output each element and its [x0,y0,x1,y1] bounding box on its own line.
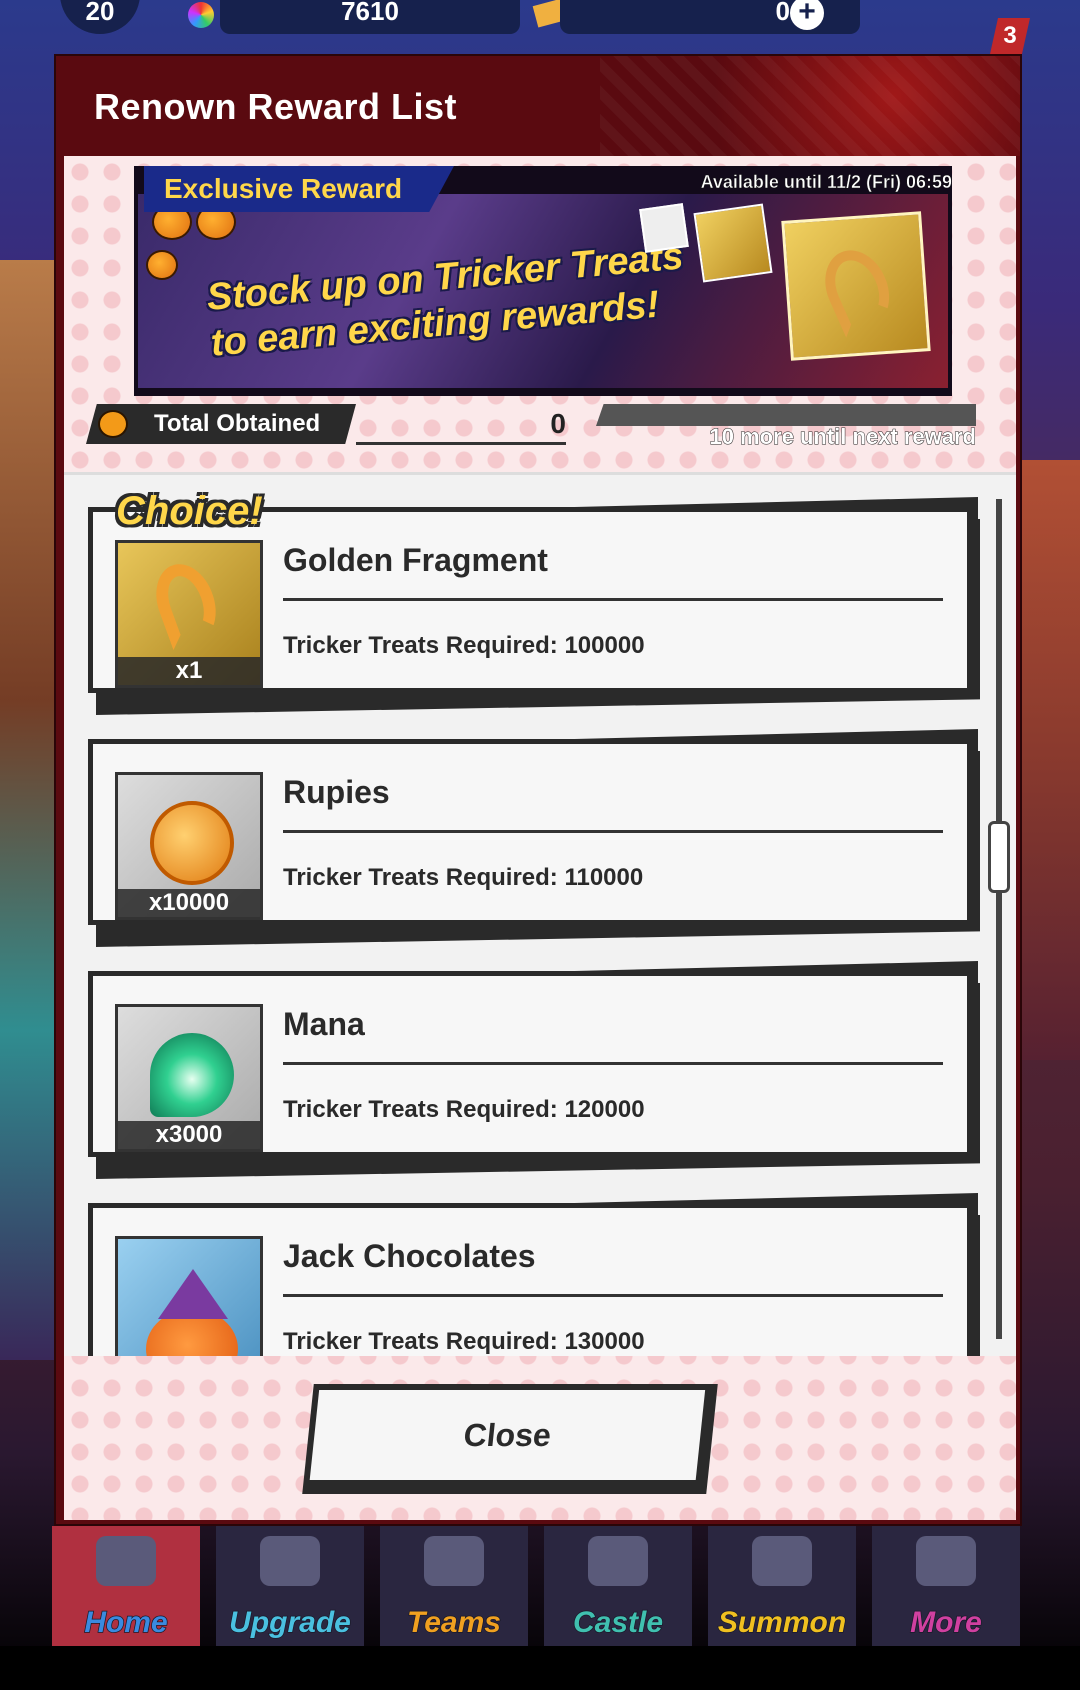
rupie-coin-icon: x10000 [115,772,263,920]
gem-icon [188,2,214,28]
top-resource-bar: 20 7610 0 + 3 [0,0,1080,54]
nav-label: Upgrade [228,1605,351,1640]
hook-icon [146,555,226,651]
castle-icon [588,1536,648,1586]
scrollbar-track[interactable] [996,499,1002,1339]
reward-item-mana[interactable]: x3000 Mana Tricker Treats Required: 1200… [88,961,980,1179]
book-icon [916,1536,976,1586]
choice-badge: Choice! [116,489,263,533]
reward-name: Mana [283,1006,365,1042]
nav-summon[interactable]: Summon [708,1526,856,1646]
reward-list[interactable]: x1 Golden Fragment Tricker Treats Requir… [64,472,1016,1356]
coin-icon [150,801,234,885]
notification-badge: 3 [990,18,1030,54]
reward-requirement: Tricker Treats Required: 130000 [283,1328,645,1355]
modal-title: Renown Reward List [94,86,458,127]
next-reward-text: 10 more until next reward [709,424,977,450]
pumpkin-icon [146,250,178,280]
total-obtained-row: Total Obtained 0 10 more until next rewa… [86,404,996,454]
nav-teams[interactable]: Teams [380,1526,528,1646]
availability-text: Available until 11/2 (Fri) 06:59 [700,172,952,193]
hammer-icon [260,1536,320,1586]
jack-chocolates-icon [115,1236,263,1356]
nav-upgrade[interactable]: Upgrade [216,1526,364,1646]
reward-name: Jack Chocolates [283,1238,536,1274]
nav-home[interactable]: Home [52,1526,200,1646]
reward-item-rupies[interactable]: x10000 Rupies Tricker Treats Required: 1… [88,729,980,947]
total-obtained-value: 0 [550,408,566,439]
divider [283,1062,943,1065]
reward-card: x10000 Rupies Tricker Treats Required: 1… [88,739,972,925]
gem-count: 7610 [220,0,520,34]
next-reward-progress-bar [596,404,976,426]
crystal-icon [752,1536,812,1586]
reward-item-jack-chocolates[interactable]: Jack Chocolates Tricker Treats Required:… [88,1193,980,1356]
background-scenery-art [1020,460,1080,1060]
reward-card: x3000 Mana Tricker Treats Required: 1200… [88,971,972,1157]
reward-item-golden-fragment[interactable]: x1 Golden Fragment Tricker Treats Requir… [88,489,980,715]
nav-label: Summon [717,1605,847,1640]
nav-label: Castle [572,1605,664,1640]
bottom-navigation: Home Upgrade Teams Castle Summon More [52,1526,1032,1646]
close-button[interactable]: Close [302,1384,718,1494]
reward-card: Jack Chocolates Tricker Treats Required:… [88,1203,972,1356]
mana-orb-icon: x3000 [115,1004,263,1152]
renown-reward-modal: Renown Reward List Stock up on Tricker T… [54,54,1022,1526]
reward-requirement: Tricker Treats Required: 120000 [283,1096,645,1123]
modal-panel: Stock up on Tricker Treats to earn excit… [64,156,1016,1520]
nav-label: More [909,1605,982,1640]
golden-fragment-icon: x1 [115,540,263,688]
exclusive-reward-banner: Stock up on Tricker Treats to earn excit… [134,166,952,396]
witch-hat-icon [158,1269,228,1319]
pumpkin-icon [98,410,128,438]
title-decoration [600,56,1020,156]
reward-quantity: x1 [118,657,260,685]
golden-fragment-prize-icon [781,211,931,361]
exclusive-reward-tag: Exclusive Reward [144,166,454,212]
teams-icon [424,1536,484,1586]
nav-label: Teams [406,1605,501,1640]
reward-card: x1 Golden Fragment Tricker Treats Requir… [88,507,972,693]
crystal-prize-icon [693,203,773,283]
modal-footer: Close [64,1356,1016,1520]
reward-requirement: Tricker Treats Required: 110000 [283,864,644,891]
reward-name: Rupies [283,774,390,810]
nav-label: Home [84,1605,169,1640]
system-bar [0,1646,1080,1690]
reward-quantity: x3000 [118,1121,260,1149]
divider [283,598,943,601]
fragment-hook-icon [813,240,901,338]
player-level: 20 [60,0,140,34]
reward-requirement: Tricker Treats Required: 100000 [283,632,645,659]
scrollbar-thumb[interactable] [988,821,1010,893]
rupie-prize-icon [639,203,689,253]
banner-headline: Stock up on Tricker Treats to earn excit… [205,233,691,366]
reward-name: Golden Fragment [283,542,548,578]
divider [283,1294,943,1297]
nav-castle[interactable]: Castle [544,1526,692,1646]
divider [283,830,943,833]
orb-icon [150,1033,234,1117]
banner-artwork: Stock up on Tricker Treats to earn excit… [138,194,948,388]
close-button-label: Close [309,1390,706,1480]
game-screen: { "topbar": { "level": "20", "gems": "76… [0,0,1080,1690]
reward-quantity: x10000 [118,889,260,917]
nav-more[interactable]: More [872,1526,1020,1646]
home-icon [96,1536,156,1586]
